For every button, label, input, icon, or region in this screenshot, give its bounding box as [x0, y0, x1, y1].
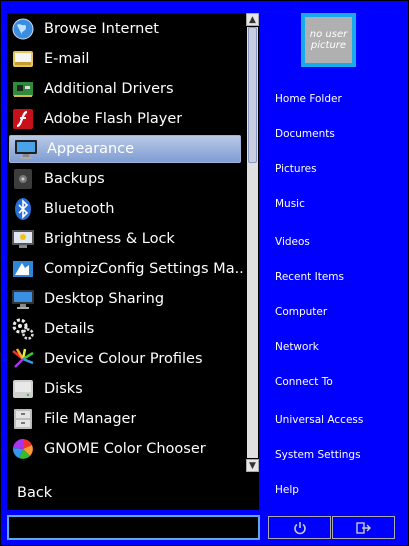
place-item[interactable]: Pictures	[275, 163, 317, 175]
app-item[interactable]: Device Colour Profiles	[7, 345, 243, 373]
app-item-label: Additional Drivers	[44, 81, 174, 97]
place-item[interactable]: Universal Access	[275, 414, 363, 426]
place-item[interactable]: Computer	[275, 306, 327, 318]
app-item[interactable]: Browse Internet	[7, 15, 243, 43]
place-item[interactable]: Recent Items	[275, 271, 344, 283]
app-item[interactable]: Backups	[7, 165, 243, 193]
app-item-label: File Manager	[44, 411, 137, 427]
place-item[interactable]: Videos	[275, 236, 310, 248]
place-item[interactable]: Documents	[275, 128, 335, 140]
app-item-label: Browse Internet	[44, 21, 159, 37]
app-item[interactable]: Brightness & Lock	[7, 225, 243, 253]
app-item[interactable]: File Manager	[7, 405, 243, 433]
bluetooth-icon	[10, 196, 36, 222]
power-icon	[293, 521, 306, 534]
power-button[interactable]	[268, 516, 331, 539]
app-item[interactable]: Appearance	[9, 135, 241, 163]
application-list: Browse Internet E-mail Additional Drivers A…	[7, 13, 245, 472]
place-item[interactable]: Help	[275, 484, 299, 496]
app-item[interactable]: E-mail	[7, 45, 243, 73]
app-item-label: Desktop Sharing	[44, 291, 165, 307]
app-item-label: Bluetooth	[44, 201, 115, 217]
scroll-up-icon[interactable]: ▲	[246, 13, 259, 26]
app-item[interactable]: Disks	[7, 375, 243, 403]
scrollbar-thumb[interactable]	[248, 27, 257, 163]
color-profiles-icon	[10, 346, 36, 372]
compiz-icon	[10, 256, 36, 282]
app-item-label: Appearance	[47, 141, 135, 157]
application-menu: Browse Internet E-mail Additional Drivers A…	[0, 0, 409, 546]
applications-panel: Browse Internet E-mail Additional Drivers A…	[7, 13, 259, 510]
app-item[interactable]: GNOME Color Chooser	[7, 435, 243, 463]
back-button[interactable]: Back	[7, 476, 259, 510]
disk-icon	[10, 376, 36, 402]
app-item-label: Backups	[44, 171, 105, 187]
brightness-monitor-icon	[10, 226, 36, 252]
circuit-board-icon	[10, 76, 36, 102]
color-wheel-icon	[10, 436, 36, 462]
app-item-label: E-mail	[44, 51, 90, 67]
app-item-label: Adobe Flash Player	[44, 111, 183, 127]
envelope-icon	[10, 46, 36, 72]
app-item-label: Device Colour Profiles	[44, 351, 203, 367]
scroll-down-icon[interactable]: ▼	[246, 459, 259, 472]
safe-icon	[10, 166, 36, 192]
app-item[interactable]: CompizConfig Settings Ma...	[7, 255, 243, 283]
app-item-label: Details	[44, 321, 95, 337]
globe-icon	[10, 16, 36, 42]
search-input[interactable]	[9, 518, 258, 539]
app-item-label: CompizConfig Settings Ma...	[44, 261, 243, 277]
app-item-label: GNOME Color Chooser	[44, 441, 206, 457]
file-cabinet-icon	[10, 406, 36, 432]
search-box[interactable]	[7, 515, 260, 540]
place-item[interactable]: System Settings	[275, 449, 361, 461]
app-item[interactable]: Additional Drivers	[7, 75, 243, 103]
app-item[interactable]: Details	[7, 315, 243, 343]
places-list: Home Folder Documents Pictures Music Videos R…	[275, 1, 405, 511]
app-item[interactable]: Adobe Flash Player	[7, 105, 243, 133]
flash-icon	[10, 106, 36, 132]
app-item[interactable]: Desktop Sharing	[7, 285, 243, 313]
logout-icon	[355, 521, 371, 534]
app-item[interactable]: Bluetooth	[7, 195, 243, 223]
logout-button[interactable]	[332, 516, 395, 539]
scrollbar[interactable]: ▲ ▼	[246, 13, 259, 472]
place-item[interactable]: Music	[275, 198, 305, 210]
monitor-icon	[13, 136, 39, 162]
desktop-icon	[10, 286, 36, 312]
app-item-label: Disks	[44, 381, 83, 397]
place-item[interactable]: Home Folder	[275, 93, 342, 105]
gears-icon	[10, 316, 36, 342]
app-item-label: Brightness & Lock	[44, 231, 175, 247]
place-item[interactable]: Connect To	[275, 376, 333, 388]
place-item[interactable]: Network	[275, 341, 319, 353]
